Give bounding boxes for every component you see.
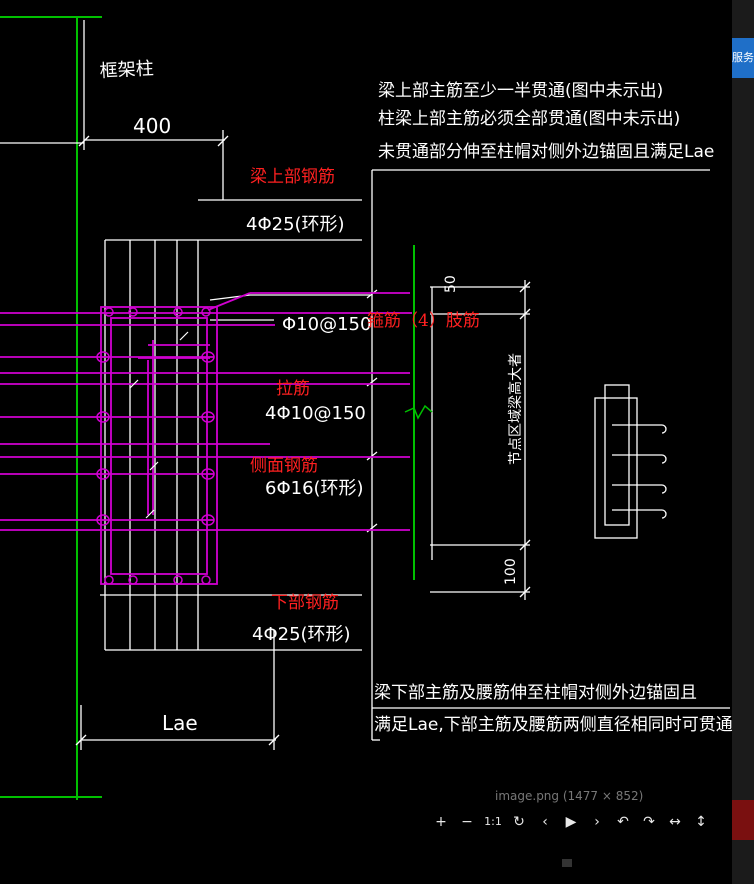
- note-top-2: 柱梁上部主筋必须全部贯通(图中未示出): [378, 109, 680, 129]
- next-button[interactable]: ›: [584, 812, 610, 832]
- side-strip: [732, 0, 754, 884]
- actual-size-button[interactable]: 1:1: [480, 812, 506, 832]
- vertical-note: 节点区域梁高大者: [507, 353, 524, 465]
- service-button[interactable]: 服务: [732, 38, 754, 78]
- dim-lae: Lae: [162, 711, 198, 735]
- column-outline: [0, 16, 102, 800]
- stirrup-detail: [594, 384, 667, 539]
- red-label-bottom-rebar: 下部钢筋: [271, 593, 339, 613]
- note-bottom-1: 梁下部主筋及腰筋伸至柱帽对侧外边锚固且: [374, 683, 697, 703]
- flip-vertical-button[interactable]: ↕: [688, 812, 714, 832]
- stirrup-spec: Φ10@150: [282, 314, 371, 335]
- prev-button[interactable]: ‹: [532, 812, 558, 832]
- note-top-3: 未贯通部分伸至柱帽对侧外边锚固且满足Lae: [378, 142, 714, 162]
- viewer-toolbar: + − 1:1 ↻ ‹ ▶ › ↶ ↷ ↔ ↕: [428, 812, 714, 832]
- zoom-out-button[interactable]: −: [454, 812, 480, 832]
- dim-400: 400: [133, 114, 171, 138]
- red-label-side-rebar: 侧面钢筋: [250, 456, 318, 476]
- red-label-tie: 拉筋: [276, 379, 310, 399]
- stirrup-hooks: [129, 331, 189, 519]
- red-label-stirrup: 箍筋（4）肢筋: [367, 311, 480, 331]
- top-bar-spec: 4Φ25(环形): [246, 214, 345, 235]
- tie-spec: 4Φ10@150: [265, 403, 366, 424]
- cad-drawing: 框架柱 400 梁上部主筋至少一半贯通(图中未示出) 柱梁上部主筋必须全部贯通(…: [0, 16, 732, 800]
- rotate-right-button[interactable]: ↷: [636, 812, 662, 832]
- image-viewer: 框架柱 400 梁上部主筋至少一半贯通(图中未示出) 柱梁上部主筋必须全部贯通(…: [0, 0, 754, 884]
- column-label: 框架柱: [99, 58, 154, 82]
- note-top-1: 梁上部主筋至少一半贯通(图中未示出): [378, 81, 663, 101]
- flip-horizontal-button[interactable]: ↔: [662, 812, 688, 832]
- dim-100: 100: [503, 558, 519, 585]
- play-button[interactable]: ▶: [558, 812, 584, 832]
- rebar-lines: [0, 292, 412, 585]
- red-label-top-rebar: 梁上部钢筋: [250, 167, 335, 187]
- bottom-bar-spec: 4Φ25(环形): [252, 624, 351, 645]
- side-spec: 6Φ16(环形): [265, 478, 364, 499]
- break-symbol: [404, 404, 433, 420]
- dim-50: 50: [443, 275, 459, 293]
- note-bottom-2: 满足Lae,下部主筋及腰筋两侧直径相同时可贯通: [374, 715, 732, 735]
- side-red-block: [732, 800, 754, 840]
- cursor-artifact: [562, 859, 572, 867]
- image-caption: image.png (1477 × 852): [495, 789, 644, 803]
- rotate-left-button[interactable]: ↶: [610, 812, 636, 832]
- reset-button[interactable]: ↻: [506, 812, 532, 832]
- zoom-in-button[interactable]: +: [428, 812, 454, 832]
